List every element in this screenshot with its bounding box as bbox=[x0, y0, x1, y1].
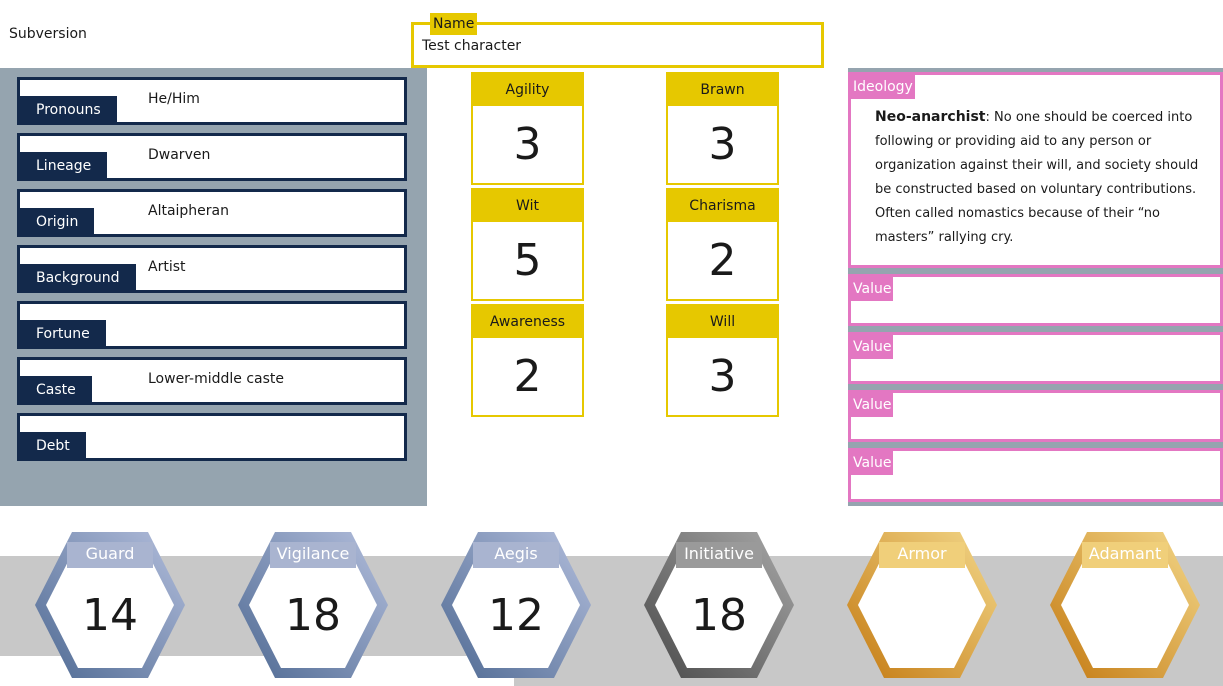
hex-value[interactable]: 18 bbox=[644, 590, 794, 641]
attribute-card-charisma[interactable]: Charisma 2 bbox=[666, 188, 779, 301]
attribute-value[interactable]: 3 bbox=[668, 338, 777, 416]
info-label: Origin bbox=[20, 208, 95, 234]
value-box-2[interactable]: Value bbox=[848, 332, 1223, 384]
value-box-1[interactable]: Value bbox=[848, 274, 1223, 326]
value-label: Value bbox=[851, 393, 894, 417]
hex-label: Adamant bbox=[1088, 544, 1162, 563]
info-row-origin[interactable]: Origin Altaipheran bbox=[17, 189, 407, 237]
attribute-card-brawn[interactable]: Brawn 3 bbox=[666, 72, 779, 185]
attribute-name: Will bbox=[668, 306, 777, 338]
info-row-pronouns[interactable]: Pronouns He/Him bbox=[17, 77, 407, 125]
attribute-name: Awareness bbox=[473, 306, 582, 338]
attribute-name: Charisma bbox=[668, 190, 777, 222]
attribute-value[interactable]: 3 bbox=[668, 106, 777, 184]
info-row-background[interactable]: Background Artist bbox=[17, 245, 407, 293]
attribute-card-awareness[interactable]: Awareness 2 bbox=[471, 304, 584, 417]
name-value[interactable]: Test character bbox=[422, 38, 521, 54]
attribute-name: Agility bbox=[473, 74, 582, 106]
ideology-text[interactable]: Neo-anarchist: No one should be coerced … bbox=[875, 105, 1211, 250]
name-label: Name bbox=[430, 13, 478, 35]
attribute-name: Wit bbox=[473, 190, 582, 222]
attribute-name: Brawn bbox=[668, 74, 777, 106]
ideology-description: : No one should be coerced into followin… bbox=[875, 110, 1199, 245]
attribute-value[interactable]: 2 bbox=[473, 338, 582, 416]
ideology-box[interactable]: Ideology Neo-anarchist: No one should be… bbox=[848, 72, 1223, 268]
info-value[interactable]: He/Him bbox=[148, 91, 200, 107]
info-row-lineage[interactable]: Lineage Dwarven bbox=[17, 133, 407, 181]
app-title: Subversion bbox=[9, 26, 87, 42]
attribute-value[interactable]: 5 bbox=[473, 222, 582, 300]
hex-guard[interactable]: Guard 14 bbox=[35, 530, 185, 680]
info-label: Caste bbox=[20, 376, 92, 402]
hex-adamant[interactable]: Adamant bbox=[1050, 530, 1200, 680]
hex-value[interactable]: 18 bbox=[238, 590, 388, 641]
value-label: Value bbox=[851, 277, 894, 301]
value-label: Value bbox=[851, 451, 894, 475]
info-label: Debt bbox=[20, 432, 86, 458]
hex-label: Initiative bbox=[684, 544, 754, 563]
info-row-caste[interactable]: Caste Lower-middle caste bbox=[17, 357, 407, 405]
hex-label: Vigilance bbox=[276, 544, 350, 563]
value-label: Value bbox=[851, 335, 894, 359]
hex-value[interactable]: 12 bbox=[441, 590, 591, 641]
attribute-value[interactable]: 3 bbox=[473, 106, 582, 184]
attribute-card-agility[interactable]: Agility 3 bbox=[471, 72, 584, 185]
info-value[interactable]: Dwarven bbox=[148, 147, 210, 163]
value-box-3[interactable]: Value bbox=[848, 390, 1223, 442]
attribute-card-will[interactable]: Will 3 bbox=[666, 304, 779, 417]
info-panel: Pronouns He/Him Lineage Dwarven Origin A… bbox=[0, 68, 427, 506]
value-box-4[interactable]: Value bbox=[848, 448, 1223, 502]
hex-aegis[interactable]: Aegis 12 bbox=[441, 530, 591, 680]
hex-value[interactable]: 14 bbox=[35, 590, 185, 641]
info-label: Pronouns bbox=[20, 96, 117, 122]
hex-vigilance[interactable]: Vigilance 18 bbox=[238, 530, 388, 680]
info-value[interactable]: Artist bbox=[148, 259, 186, 275]
info-value[interactable]: Altaipheran bbox=[148, 203, 229, 219]
ideology-name: Neo-anarchist bbox=[875, 109, 986, 125]
info-label: Background bbox=[20, 264, 136, 290]
hex-label: Aegis bbox=[494, 544, 538, 563]
attribute-value[interactable]: 2 bbox=[668, 222, 777, 300]
hex-initiative[interactable]: Initiative 18 bbox=[644, 530, 794, 680]
hex-armor[interactable]: Armor bbox=[847, 530, 997, 680]
hex-label: Armor bbox=[897, 544, 947, 563]
info-row-fortune[interactable]: Fortune bbox=[17, 301, 407, 349]
info-label: Lineage bbox=[20, 152, 108, 178]
info-row-debt[interactable]: Debt bbox=[17, 413, 407, 461]
hex-label: Guard bbox=[85, 544, 135, 563]
ideology-label: Ideology bbox=[851, 75, 915, 99]
info-value[interactable]: Lower-middle caste bbox=[148, 371, 284, 387]
info-label: Fortune bbox=[20, 320, 106, 346]
attribute-card-wit[interactable]: Wit 5 bbox=[471, 188, 584, 301]
